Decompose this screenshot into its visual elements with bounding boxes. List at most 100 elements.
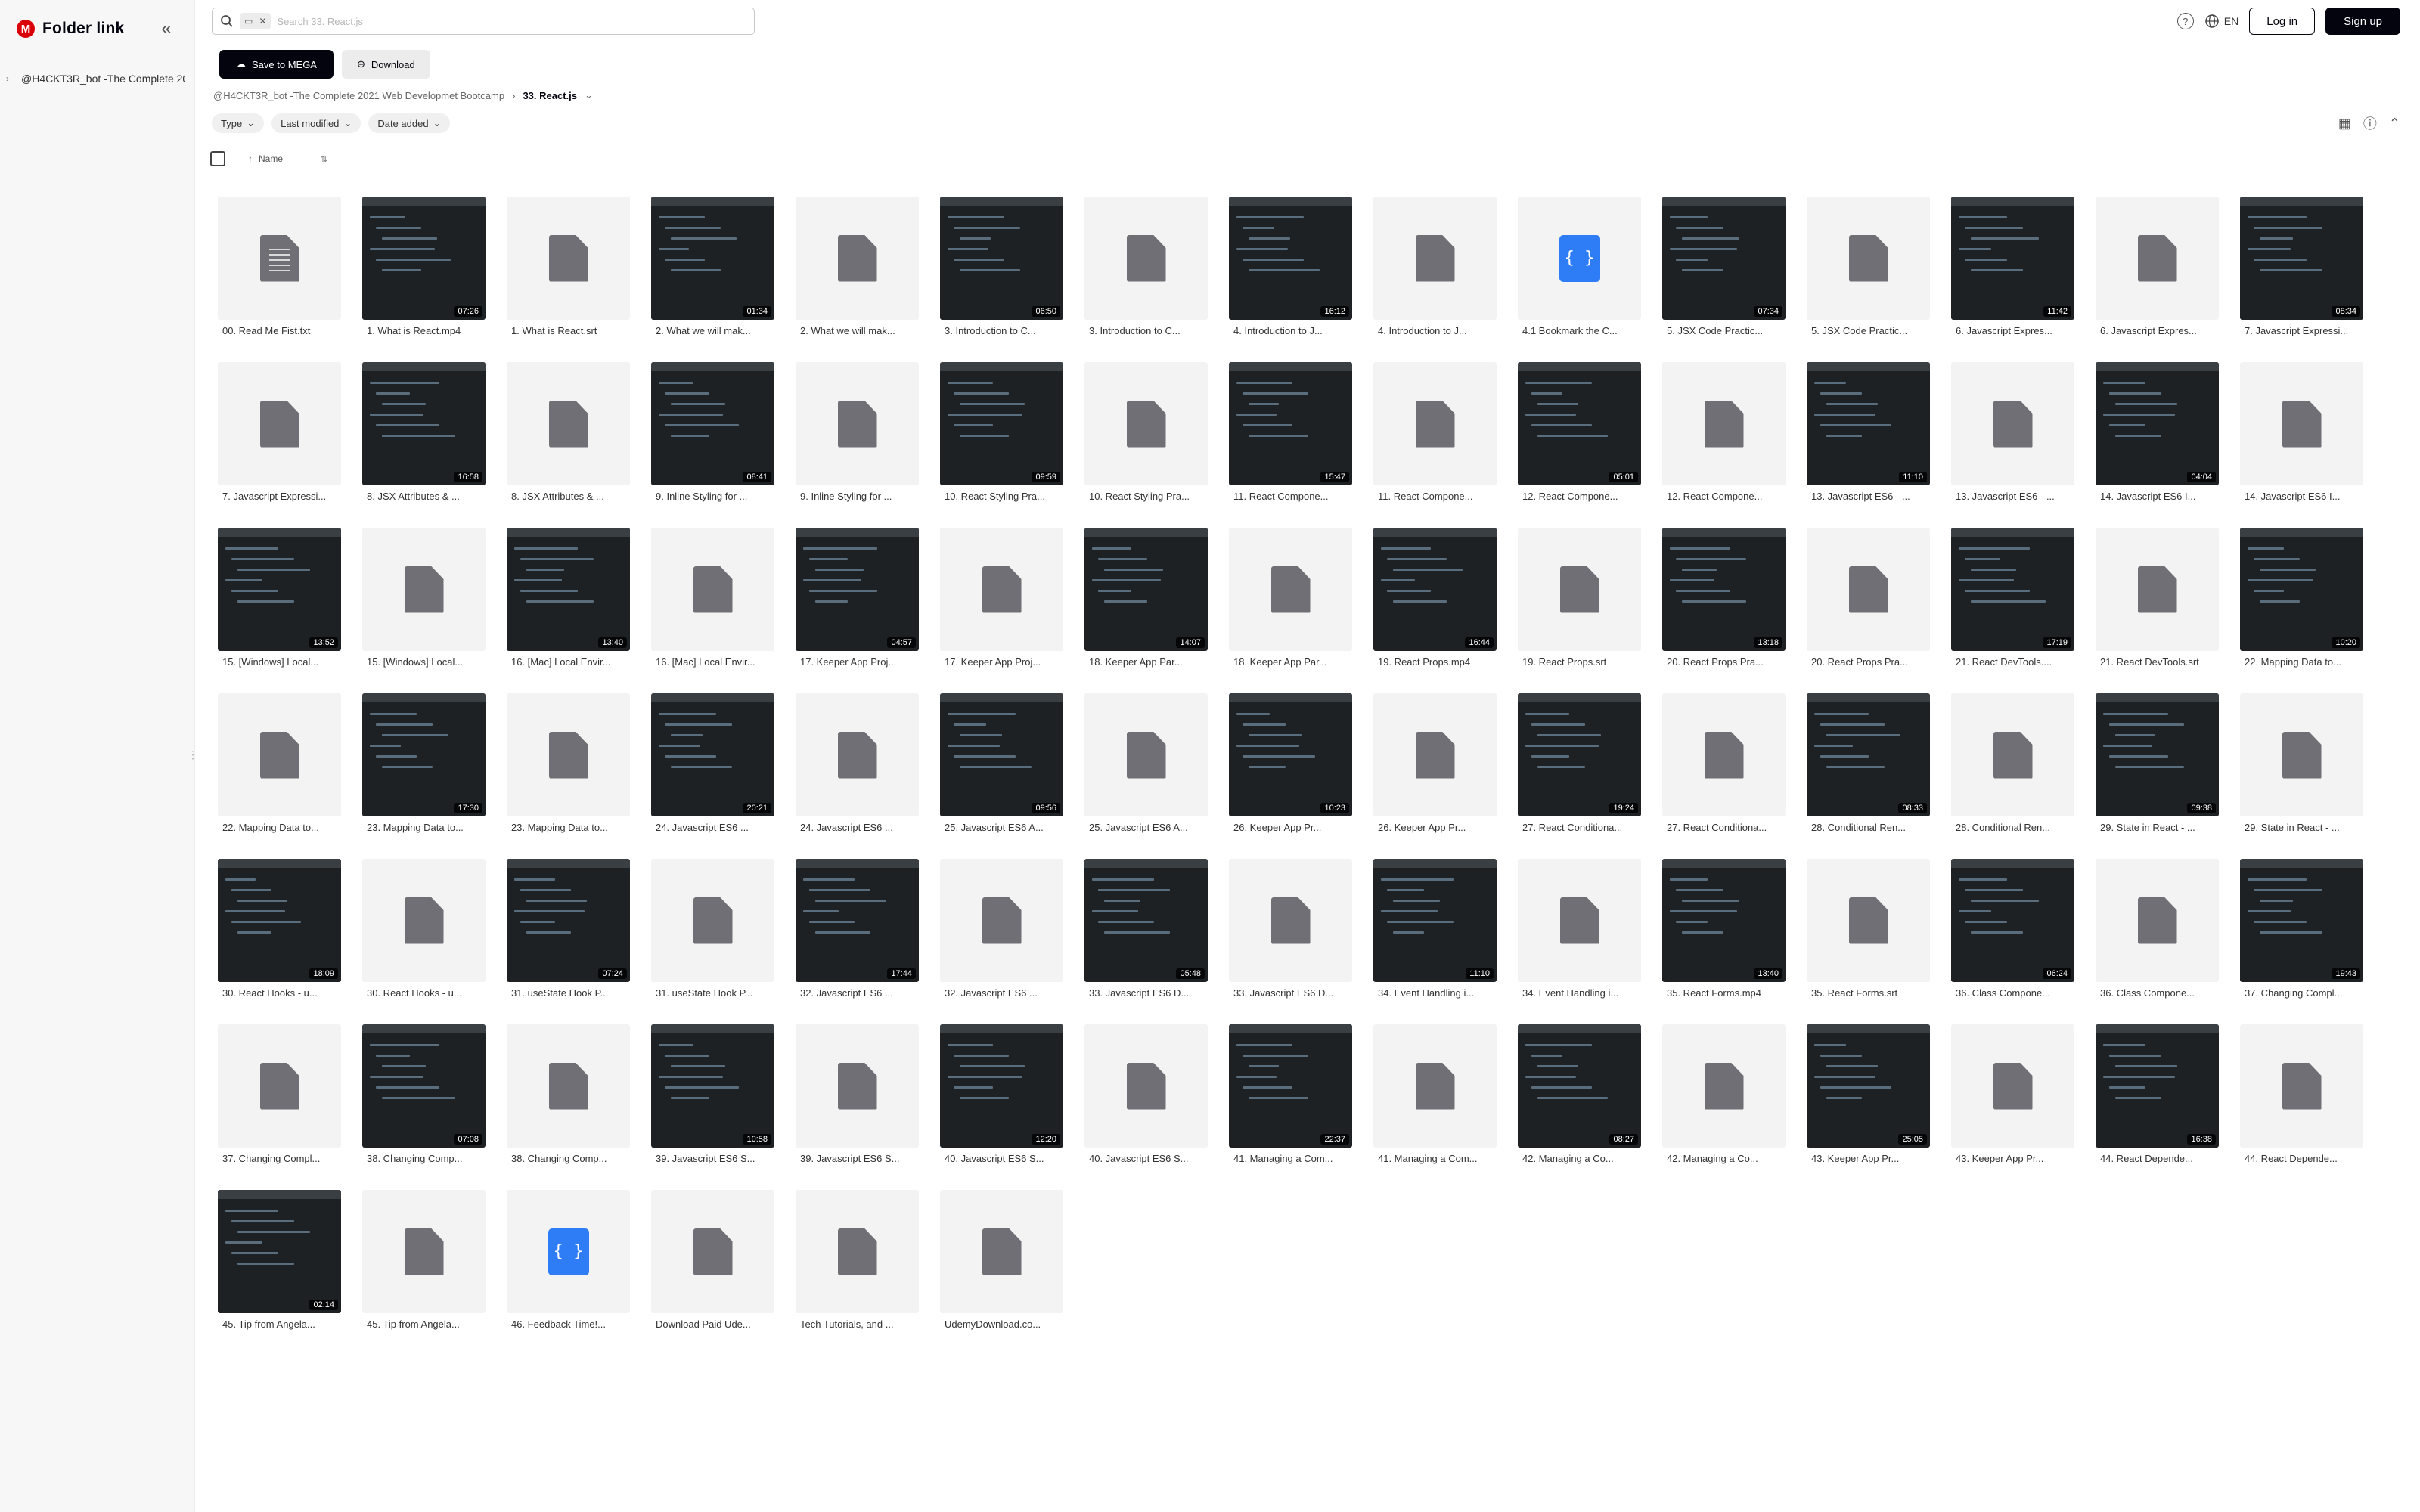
- file-thumbnail[interactable]: [218, 1024, 341, 1148]
- help-icon[interactable]: ?: [2176, 13, 2194, 29]
- file-tile[interactable]: Download Paid Ude...: [651, 1190, 774, 1330]
- file-thumbnail[interactable]: [796, 693, 919, 816]
- file-thumbnail[interactable]: 11:42: [1951, 197, 2074, 320]
- file-thumbnail[interactable]: 11:10: [1373, 859, 1497, 982]
- chevron-right-icon[interactable]: ›: [6, 73, 9, 84]
- file-thumbnail[interactable]: [218, 362, 341, 485]
- mega-logo[interactable]: M Folder link: [17, 20, 124, 38]
- file-thumbnail[interactable]: [796, 197, 919, 320]
- file-tile[interactable]: 7. Javascript Expressi...: [218, 362, 341, 502]
- file-thumbnail[interactable]: [1662, 362, 1786, 485]
- file-thumbnail[interactable]: 01:34: [651, 197, 774, 320]
- file-tile[interactable]: 32. Javascript ES6 ...: [940, 859, 1063, 999]
- file-thumbnail[interactable]: { }: [507, 1190, 630, 1313]
- file-tile[interactable]: 36. Class Compone...: [2096, 859, 2219, 999]
- file-thumbnail[interactable]: [1373, 693, 1497, 816]
- file-tile[interactable]: 11. React Compone...: [1373, 362, 1497, 502]
- sidebar-folder-item[interactable]: › @H4CKT3R_bot -The Complete 2021 Web De…: [6, 68, 185, 89]
- breadcrumb-current[interactable]: 33. React.js: [523, 90, 577, 101]
- file-tile[interactable]: 19. React Props.srt: [1518, 528, 1641, 668]
- file-tile[interactable]: 14:07 18. Keeper App Par...: [1084, 528, 1208, 668]
- file-tile[interactable]: 12:20 40. Javascript ES6 S...: [940, 1024, 1063, 1164]
- search-scope-chip[interactable]: ▭ ✕: [240, 13, 271, 29]
- file-tile[interactable]: 13. Javascript ES6 - ...: [1951, 362, 2074, 502]
- file-tile[interactable]: 08:41 9. Inline Styling for ...: [651, 362, 774, 502]
- file-thumbnail[interactable]: [507, 362, 630, 485]
- file-thumbnail[interactable]: 06:50: [940, 197, 1063, 320]
- file-tile[interactable]: 29. State in React - ...: [2240, 693, 2363, 833]
- file-thumbnail[interactable]: [362, 1190, 486, 1313]
- search-bar[interactable]: ▭ ✕: [212, 8, 755, 35]
- file-tile[interactable]: 06:50 3. Introduction to C...: [940, 197, 1063, 336]
- file-thumbnail[interactable]: [2240, 362, 2363, 485]
- file-tile[interactable]: 13:18 20. React Props Pra...: [1662, 528, 1786, 668]
- file-thumbnail[interactable]: [796, 1024, 919, 1148]
- file-thumbnail[interactable]: [507, 197, 630, 320]
- file-thumbnail[interactable]: [2096, 528, 2219, 651]
- file-tile[interactable]: 40. Javascript ES6 S...: [1084, 1024, 1208, 1164]
- file-thumbnail[interactable]: [796, 1190, 919, 1313]
- file-tile[interactable]: 39. Javascript ES6 S...: [796, 1024, 919, 1164]
- file-thumbnail[interactable]: 07:08: [362, 1024, 486, 1148]
- file-thumbnail[interactable]: 06:24: [1951, 859, 2074, 982]
- file-thumbnail[interactable]: [651, 859, 774, 982]
- file-thumbnail[interactable]: [507, 1024, 630, 1148]
- file-tile[interactable]: 6. Javascript Expres...: [2096, 197, 2219, 336]
- file-thumbnail[interactable]: [1084, 362, 1208, 485]
- file-tile[interactable]: 19:43 37. Changing Compl...: [2240, 859, 2363, 999]
- file-thumbnail[interactable]: 25:05: [1807, 1024, 1930, 1148]
- file-thumbnail[interactable]: 16:38: [2096, 1024, 2219, 1148]
- file-tile[interactable]: 25:05 43. Keeper App Pr...: [1807, 1024, 1930, 1164]
- breadcrumb-root[interactable]: @H4CKT3R_bot -The Complete 2021 Web Deve…: [213, 90, 504, 101]
- file-thumbnail[interactable]: 02:14: [218, 1190, 341, 1313]
- file-tile[interactable]: 00. Read Me Fist.txt: [218, 197, 341, 336]
- file-tile[interactable]: 24. Javascript ES6 ...: [796, 693, 919, 833]
- file-thumbnail[interactable]: [1229, 859, 1352, 982]
- file-tile[interactable]: 04:04 14. Javascript ES6 I...: [2096, 362, 2219, 502]
- file-tile[interactable]: 42. Managing a Co...: [1662, 1024, 1786, 1164]
- file-thumbnail[interactable]: 07:34: [1662, 197, 1786, 320]
- file-thumbnail[interactable]: [940, 1190, 1063, 1313]
- file-tile[interactable]: 30. React Hooks - u...: [362, 859, 486, 999]
- save-to-mega-button[interactable]: ☁ Save to MEGA: [219, 50, 334, 79]
- file-tile[interactable]: 13:52 15. [Windows] Local...: [218, 528, 341, 668]
- file-tile[interactable]: 18. Keeper App Par...: [1229, 528, 1352, 668]
- file-thumbnail[interactable]: [1662, 693, 1786, 816]
- file-tile[interactable]: 08:34 7. Javascript Expressi...: [2240, 197, 2363, 336]
- file-thumbnail[interactable]: 16:58: [362, 362, 486, 485]
- file-tile[interactable]: 21. React DevTools.srt: [2096, 528, 2219, 668]
- file-tile[interactable]: 31. useState Hook P...: [651, 859, 774, 999]
- file-thumbnail[interactable]: { }: [1518, 197, 1641, 320]
- file-tile[interactable]: 08:27 42. Managing a Co...: [1518, 1024, 1641, 1164]
- file-thumbnail[interactable]: 20:21: [651, 693, 774, 816]
- file-tile[interactable]: 07:24 31. useState Hook P...: [507, 859, 630, 999]
- file-thumbnail[interactable]: 13:18: [1662, 528, 1786, 651]
- file-thumbnail[interactable]: 08:34: [2240, 197, 2363, 320]
- file-thumbnail[interactable]: [1518, 859, 1641, 982]
- file-thumbnail[interactable]: 18:09: [218, 859, 341, 982]
- file-thumbnail[interactable]: 10:58: [651, 1024, 774, 1148]
- file-thumbnail[interactable]: [1662, 1024, 1786, 1148]
- file-thumbnail[interactable]: 08:33: [1807, 693, 1930, 816]
- file-thumbnail[interactable]: 08:27: [1518, 1024, 1641, 1148]
- file-thumbnail[interactable]: [1807, 528, 1930, 651]
- file-tile[interactable]: 17:30 23. Mapping Data to...: [362, 693, 486, 833]
- file-thumbnail[interactable]: 07:24: [507, 859, 630, 982]
- file-tile[interactable]: 09:56 25. Javascript ES6 A...: [940, 693, 1063, 833]
- file-thumbnail[interactable]: 05:48: [1084, 859, 1208, 982]
- file-thumbnail[interactable]: [1373, 197, 1497, 320]
- file-tile[interactable]: 07:08 38. Changing Comp...: [362, 1024, 486, 1164]
- file-tile[interactable]: 10:58 39. Javascript ES6 S...: [651, 1024, 774, 1164]
- file-tile[interactable]: 02:14 45. Tip from Angela...: [218, 1190, 341, 1330]
- file-tile[interactable]: Tech Tutorials, and ...: [796, 1190, 919, 1330]
- file-tile[interactable]: 22. Mapping Data to...: [218, 693, 341, 833]
- file-tile[interactable]: 14. Javascript ES6 I...: [2240, 362, 2363, 502]
- filter-last-modified[interactable]: Last modified ⌄: [271, 113, 361, 133]
- file-thumbnail[interactable]: 09:56: [940, 693, 1063, 816]
- download-button[interactable]: ⊕ Download: [342, 50, 430, 79]
- file-tile[interactable]: 35. React Forms.srt: [1807, 859, 1930, 999]
- file-tile[interactable]: 16:12 4. Introduction to J...: [1229, 197, 1352, 336]
- file-tile[interactable]: 15. [Windows] Local...: [362, 528, 486, 668]
- filter-date-added[interactable]: Date added ⌄: [368, 113, 451, 133]
- file-tile[interactable]: 12. React Compone...: [1662, 362, 1786, 502]
